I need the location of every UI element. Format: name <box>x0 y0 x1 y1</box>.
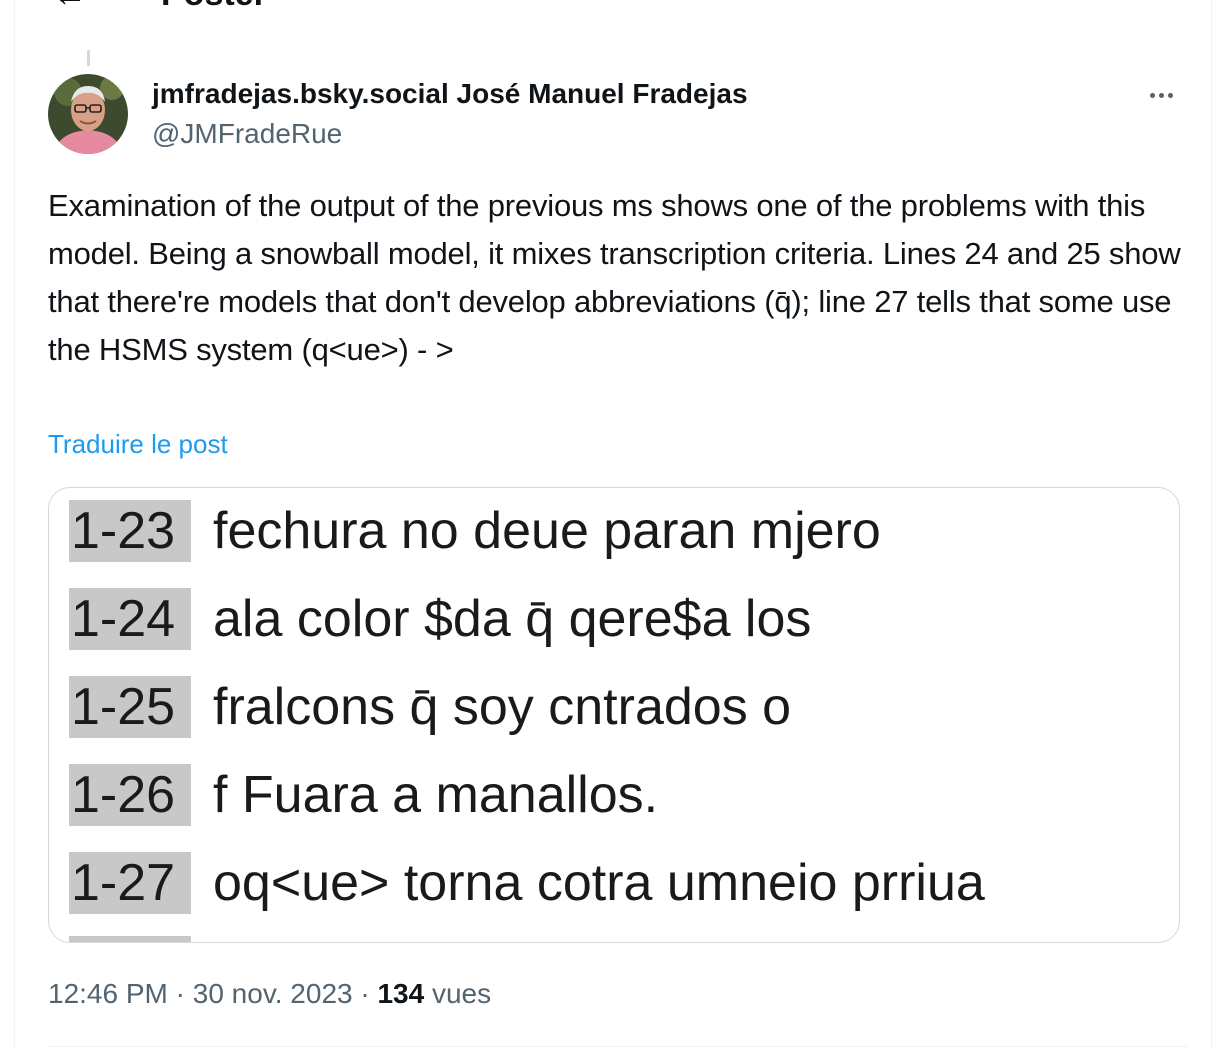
arrow-left-icon[interactable]: ← <box>53 0 87 12</box>
line-text: fechura no deue paran mjero <box>213 502 881 560</box>
divider <box>48 1046 1188 1047</box>
avatar-photo <box>48 74 128 154</box>
post-metadata: 12:46 PM · 30 nov. 2023 · 134 vues <box>48 976 491 1012</box>
separator: · <box>175 978 185 1009</box>
top-bar: ← Poster <box>15 0 1211 14</box>
post-date[interactable]: 30 nov. 2023 <box>193 978 353 1009</box>
cropped-line-number <box>69 936 191 942</box>
thread-connector <box>87 50 90 66</box>
separator: · <box>360 978 370 1009</box>
author-handle[interactable]: @JMFradeRue <box>152 116 342 152</box>
avatar[interactable] <box>48 74 128 154</box>
author-name[interactable]: jmfradejas.bsky.social José Manuel Frade… <box>152 76 748 112</box>
line-text: ala color $da q̄ qere$a los <box>213 590 812 648</box>
more-horizontal-icon <box>1149 92 1155 98</box>
more-options-button[interactable] <box>1141 80 1181 110</box>
line-number: 1-23 <box>69 500 191 562</box>
post-time[interactable]: 12:46 PM <box>48 978 168 1009</box>
line-number: 1-24 <box>69 588 191 650</box>
views-label: vues <box>431 978 492 1009</box>
manuscript-line: 1-23 fechura no deue paran mjero <box>69 500 881 562</box>
post-column: ← Poster jmfradejas.bsky.social José Man… <box>14 0 1212 1048</box>
translate-post-link[interactable]: Traduire le post <box>48 426 228 462</box>
line-text: oq<ue> torna cotra umneio prriua <box>213 854 985 912</box>
manuscript-line: 1-27 oq<ue> torna cotra umneio prriua <box>69 852 985 914</box>
line-number: 1-25 <box>69 676 191 738</box>
line-number: 1-27 <box>69 852 191 914</box>
page-title: Poster <box>161 0 267 14</box>
line-text: fralcons q̄ soy cntrados o <box>213 678 792 736</box>
manuscript-line: 1-25 fralcons q̄ soy cntrados o <box>69 676 791 738</box>
manuscript-line: 1-26 f Fuara a manallos. <box>69 764 658 826</box>
views-count: 134 <box>377 978 425 1009</box>
line-text: f Fuara a manallos. <box>213 766 659 824</box>
manuscript-line: 1-24 ala color $da q̄ qere$a los <box>69 588 811 650</box>
post-image[interactable]: 1-23 fechura no deue paran mjero 1-24 al… <box>48 487 1180 943</box>
post-text: Examination of the output of the previou… <box>48 188 1181 367</box>
line-number: 1-26 <box>69 764 191 826</box>
